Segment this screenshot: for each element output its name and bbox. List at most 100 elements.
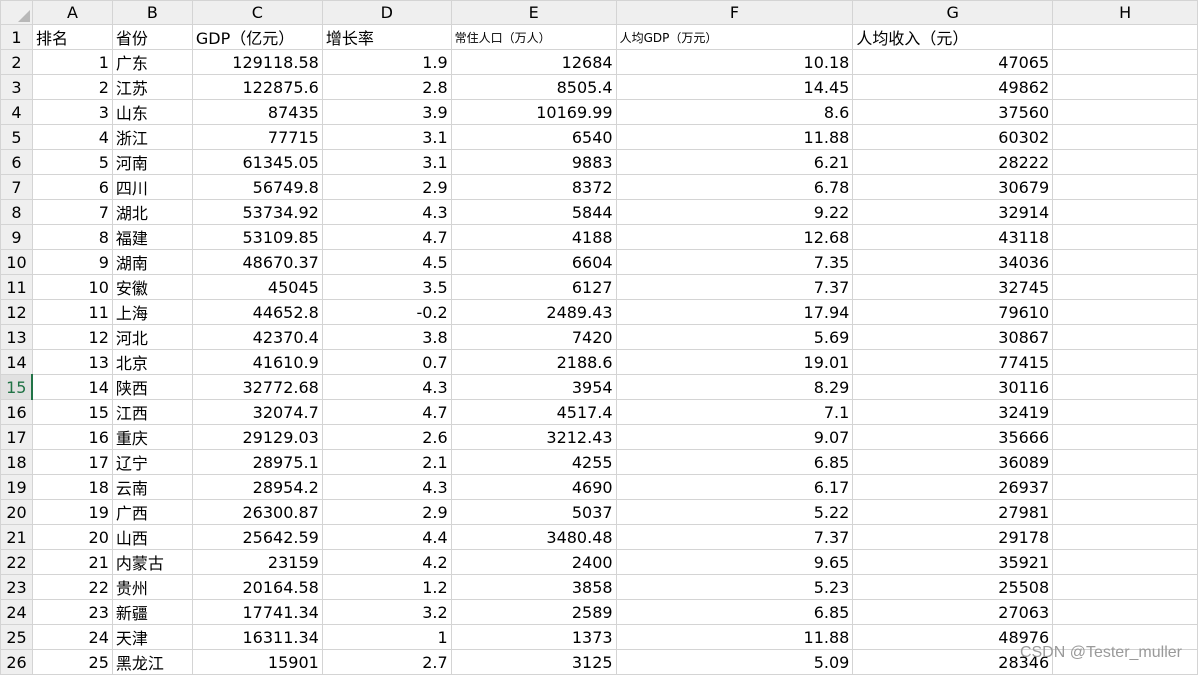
- cell-rank[interactable]: 1: [31, 49, 113, 75]
- cell-gdp-per-capita[interactable]: 11.88: [615, 124, 854, 150]
- row-header-13[interactable]: 13: [0, 324, 33, 350]
- cell-population[interactable]: 8505.4: [450, 74, 617, 100]
- cell-h-empty[interactable]: [1052, 224, 1198, 250]
- cell-h-empty[interactable]: [1052, 599, 1198, 625]
- cell-income[interactable]: 29178: [852, 524, 1054, 550]
- cell-population[interactable]: 4690: [450, 474, 617, 500]
- cell-gdp-per-capita[interactable]: 6.85: [615, 599, 854, 625]
- cell-province[interactable]: 安徽: [111, 274, 193, 300]
- cell-province[interactable]: 福建: [111, 224, 193, 250]
- cell-header-gdp[interactable]: GDP（亿元）: [191, 24, 323, 50]
- cell-header-gdp-per-capita[interactable]: 人均GDP（万元）: [615, 24, 854, 50]
- cell-gdp[interactable]: 26300.87: [191, 499, 323, 525]
- cell-gdp-per-capita[interactable]: 6.17: [615, 474, 854, 500]
- cell-population[interactable]: 2489.43: [450, 299, 617, 325]
- cell-growth[interactable]: 4.7: [321, 224, 452, 250]
- cell-rank[interactable]: 16: [31, 424, 113, 450]
- cell-growth[interactable]: 4.2: [321, 549, 452, 575]
- cell-province[interactable]: 贵州: [111, 574, 193, 600]
- cell-income[interactable]: 32914: [852, 199, 1054, 225]
- cell-rank[interactable]: 3: [31, 99, 113, 125]
- cell-gdp-per-capita[interactable]: 9.22: [615, 199, 854, 225]
- cell-h-empty[interactable]: [1052, 324, 1198, 350]
- cell-province[interactable]: 广西: [111, 499, 193, 525]
- cell-gdp-per-capita[interactable]: 7.35: [615, 249, 854, 275]
- cell-gdp-per-capita[interactable]: 7.37: [615, 524, 854, 550]
- cell-gdp-per-capita[interactable]: 12.68: [615, 224, 854, 250]
- cell-province[interactable]: 新疆: [111, 599, 193, 625]
- row-header-20[interactable]: 20: [0, 499, 33, 525]
- cell-h-empty[interactable]: [1052, 149, 1198, 175]
- cell-province[interactable]: 广东: [111, 49, 193, 75]
- cell-income[interactable]: 79610: [852, 299, 1054, 325]
- row-header-8[interactable]: 8: [0, 199, 33, 225]
- row-header-22[interactable]: 22: [0, 549, 33, 575]
- cell-rank[interactable]: 24: [31, 624, 113, 650]
- cell-h-empty[interactable]: [1052, 424, 1198, 450]
- cell-population[interactable]: 9883: [450, 149, 617, 175]
- cell-population[interactable]: 6127: [450, 274, 617, 300]
- cell-province[interactable]: 黑龙江: [111, 649, 193, 675]
- cell-h-empty[interactable]: [1052, 524, 1198, 550]
- cell-h-empty[interactable]: [1052, 499, 1198, 525]
- column-header-g[interactable]: G: [852, 0, 1054, 25]
- cell-gdp[interactable]: 15901: [191, 649, 323, 675]
- cell-province[interactable]: 江西: [111, 399, 193, 425]
- cell-rank[interactable]: 4: [31, 124, 113, 150]
- cell-income[interactable]: 26937: [852, 474, 1054, 500]
- cell-h-empty[interactable]: [1052, 349, 1198, 375]
- cell-growth[interactable]: 3.2: [321, 599, 452, 625]
- cell-income[interactable]: 35666: [852, 424, 1054, 450]
- column-header-e[interactable]: E: [450, 0, 617, 25]
- cell-gdp-per-capita[interactable]: 5.69: [615, 324, 854, 350]
- cell-population[interactable]: 1373: [450, 624, 617, 650]
- cell-province[interactable]: 湖南: [111, 249, 193, 275]
- cell-gdp-per-capita[interactable]: 9.65: [615, 549, 854, 575]
- cell-rank[interactable]: 10: [31, 274, 113, 300]
- cell-gdp[interactable]: 41610.9: [191, 349, 323, 375]
- row-header-18[interactable]: 18: [0, 449, 33, 475]
- cell-gdp[interactable]: 42370.4: [191, 324, 323, 350]
- cell-population[interactable]: 6604: [450, 249, 617, 275]
- cell-h-empty[interactable]: [1052, 99, 1198, 125]
- cell-h-empty[interactable]: [1052, 74, 1198, 100]
- cell-income[interactable]: 25508: [852, 574, 1054, 600]
- cell-income[interactable]: 36089: [852, 449, 1054, 475]
- cell-growth[interactable]: 3.8: [321, 324, 452, 350]
- cell-gdp[interactable]: 28954.2: [191, 474, 323, 500]
- row-header-4[interactable]: 4: [0, 99, 33, 125]
- cell-province[interactable]: 河北: [111, 324, 193, 350]
- row-header-2[interactable]: 2: [0, 49, 33, 75]
- cell-growth[interactable]: 4.5: [321, 249, 452, 275]
- cell-gdp[interactable]: 45045: [191, 274, 323, 300]
- cell-growth[interactable]: 1.2: [321, 574, 452, 600]
- cell-population[interactable]: 8372: [450, 174, 617, 200]
- cell-rank[interactable]: 5: [31, 149, 113, 175]
- cell-rank[interactable]: 20: [31, 524, 113, 550]
- cell-gdp-per-capita[interactable]: 10.18: [615, 49, 854, 75]
- cell-gdp[interactable]: 23159: [191, 549, 323, 575]
- cell-gdp[interactable]: 122875.6: [191, 74, 323, 100]
- cell-income[interactable]: 37560: [852, 99, 1054, 125]
- cell-rank[interactable]: 6: [31, 174, 113, 200]
- cell-province[interactable]: 四川: [111, 174, 193, 200]
- cell-population[interactable]: 7420: [450, 324, 617, 350]
- cell-gdp-per-capita[interactable]: 6.85: [615, 449, 854, 475]
- cell-gdp-per-capita[interactable]: 6.21: [615, 149, 854, 175]
- cell-province[interactable]: 北京: [111, 349, 193, 375]
- cell-rank[interactable]: 21: [31, 549, 113, 575]
- row-header-26[interactable]: 26: [0, 649, 33, 675]
- column-header-d[interactable]: D: [321, 0, 452, 25]
- cell-gdp-per-capita[interactable]: 5.09: [615, 649, 854, 675]
- cell-h-empty[interactable]: [1052, 49, 1198, 75]
- row-header-15[interactable]: 15: [0, 374, 34, 400]
- cell-population[interactable]: 3212.43: [450, 424, 617, 450]
- cell-population[interactable]: 2188.6: [450, 349, 617, 375]
- cell-growth[interactable]: 2.8: [321, 74, 452, 100]
- row-header-24[interactable]: 24: [0, 599, 33, 625]
- cell-header-income[interactable]: 人均收入（元）: [852, 24, 1054, 50]
- cell-province[interactable]: 天津: [111, 624, 193, 650]
- row-header-19[interactable]: 19: [0, 474, 33, 500]
- cell-income[interactable]: 43118: [852, 224, 1054, 250]
- cell-rank[interactable]: 8: [31, 224, 113, 250]
